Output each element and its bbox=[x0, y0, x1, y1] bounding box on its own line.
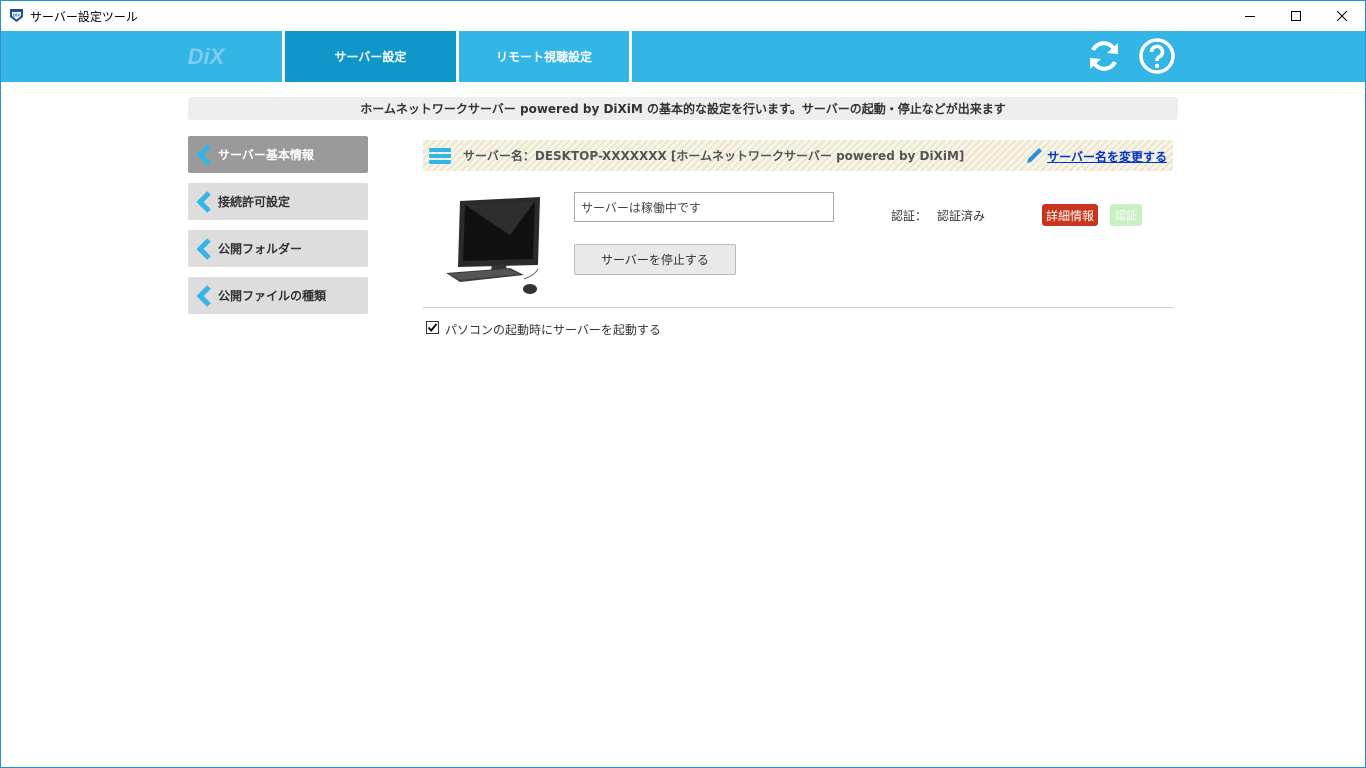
details-label: 詳細情報 bbox=[1045, 208, 1094, 223]
autostart-label[interactable]: パソコンの起動時にサーバーを起動する bbox=[445, 321, 661, 338]
computer-image bbox=[446, 197, 540, 294]
server-name-bar: サーバー名：DESKTOP-XXXXXXX [ホームネットワークサーバー pow… bbox=[423, 140, 1173, 171]
chevron-left-icon bbox=[196, 190, 211, 213]
banner-text: ホームネットワークサーバー powered by DiXiM の基本的な設定を行… bbox=[360, 102, 1006, 116]
app-icon: DiX bbox=[10, 9, 23, 22]
close-button[interactable] bbox=[1319, 0, 1365, 31]
sidebar-item-public-folder[interactable]: 公開フォルダー bbox=[188, 230, 368, 267]
sidebar-item-file-types[interactable]: 公開ファイルの種類 bbox=[188, 277, 368, 314]
stop-server-label: サーバーを停止する bbox=[601, 253, 709, 267]
auth-label: 認証： bbox=[891, 209, 928, 223]
chevron-left-icon bbox=[196, 237, 211, 260]
server-list-icon bbox=[429, 147, 451, 164]
description-banner: ホームネットワークサーバー powered by DiXiM の基本的な設定を行… bbox=[188, 97, 1178, 120]
authenticate-button[interactable]: 認証 bbox=[1110, 204, 1142, 226]
svg-text:DiX: DiX bbox=[188, 44, 226, 69]
tab-label: リモート視聴設定 bbox=[495, 50, 592, 64]
stop-server-button[interactable]: サーバーを停止する bbox=[574, 244, 736, 275]
server-status-text: サーバーは稼働中です bbox=[581, 201, 701, 215]
chevron-left-icon bbox=[196, 143, 211, 166]
help-icon[interactable] bbox=[1138, 37, 1176, 75]
sidebar-item-server-info[interactable]: サーバー基本情報 bbox=[188, 136, 368, 173]
maximize-button[interactable] bbox=[1273, 0, 1319, 31]
sidebar-item-label: 公開フォルダー bbox=[218, 242, 303, 256]
nav-separator bbox=[629, 31, 632, 82]
minimize-icon bbox=[1245, 15, 1255, 17]
title-bar: DiX サーバー設定ツール bbox=[0, 0, 1366, 31]
window-title: サーバー設定ツール bbox=[30, 10, 138, 24]
tab-remote-viewing[interactable]: リモート視聴設定 bbox=[459, 31, 629, 82]
sidebar-item-connection-permission[interactable]: 接続許可設定 bbox=[188, 183, 368, 220]
tab-server-settings[interactable]: サーバー設定 bbox=[285, 31, 456, 82]
tab-label: サーバー設定 bbox=[334, 50, 407, 64]
divider bbox=[423, 307, 1173, 308]
sidebar-item-label: 公開ファイルの種類 bbox=[218, 289, 327, 303]
header-nav: DiX サーバー設定 リモート視聴設定 bbox=[1, 31, 1365, 82]
details-button[interactable]: 詳細情報 bbox=[1042, 204, 1098, 226]
dixim-logo: DiX bbox=[188, 44, 226, 69]
server-status-field: サーバーは稼働中です bbox=[574, 192, 834, 222]
pencil-icon bbox=[1027, 148, 1043, 163]
svg-text:DiX: DiX bbox=[13, 13, 21, 18]
auth-status: 認証済み bbox=[937, 209, 986, 223]
authenticate-label: 認証 bbox=[1115, 209, 1137, 222]
rename-control: サーバー名を変更する bbox=[1025, 147, 1167, 165]
close-icon bbox=[1337, 10, 1347, 21]
sidebar-item-label: 接続許可設定 bbox=[218, 195, 291, 209]
refresh-icon[interactable] bbox=[1085, 37, 1123, 75]
server-name: サーバー名：DESKTOP-XXXXXXX [ホームネットワークサーバー pow… bbox=[463, 149, 965, 163]
maximize-icon bbox=[1291, 10, 1301, 21]
autostart-checkbox[interactable] bbox=[426, 321, 439, 334]
minimize-button[interactable] bbox=[1227, 0, 1273, 31]
chevron-left-icon bbox=[196, 284, 211, 307]
rename-server-link[interactable]: サーバー名を変更する bbox=[1047, 148, 1167, 165]
sidebar-item-label: サーバー基本情報 bbox=[218, 148, 314, 162]
checkmark-icon bbox=[427, 323, 438, 332]
